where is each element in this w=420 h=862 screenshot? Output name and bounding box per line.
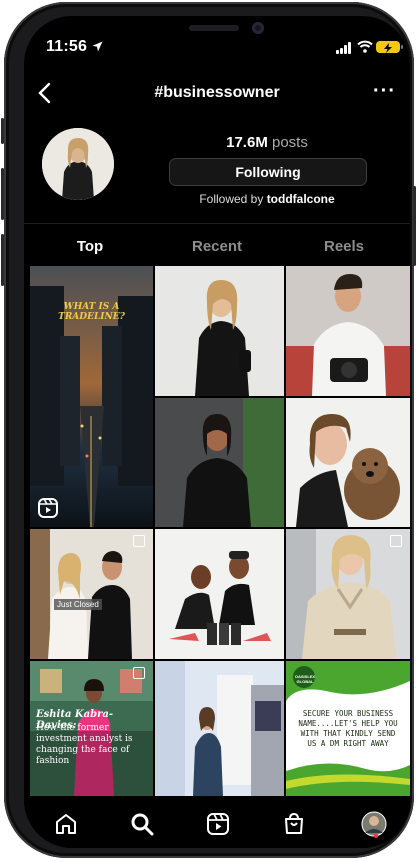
grid-post-reel[interactable]: WHAT IS A TRADELINE?: [30, 266, 153, 527]
cell-signal-icon: [336, 42, 352, 54]
carousel-icon: [390, 535, 402, 547]
post-caption: Just Closed: [54, 599, 102, 610]
more-options-icon[interactable]: ···: [373, 80, 396, 103]
power-button: [413, 186, 416, 266]
grid-post[interactable]: [155, 661, 284, 796]
battery-icon: [376, 41, 403, 53]
grid-post[interactable]: OASISLEX GLOBAL SECURE YOUR BUSINESS NAM…: [286, 661, 410, 796]
phone-frame: 11:56 #businessowner ··· 17.6M posts Fol…: [1, 2, 416, 858]
grid-post-carousel[interactable]: Just Closed: [30, 529, 153, 659]
reel-icon: [38, 498, 58, 518]
screen: 11:56 #businessowner ··· 17.6M posts Fol…: [24, 16, 410, 848]
reel-caption: WHAT IS A TRADELINE?: [58, 302, 125, 322]
ad-brand: OASISLEX GLOBAL: [294, 674, 316, 684]
location-arrow-icon: [92, 41, 103, 52]
shop-icon[interactable]: [274, 810, 314, 838]
grid-post[interactable]: [155, 398, 284, 527]
hashtag-title: #businessowner: [154, 84, 280, 101]
followed-by-user[interactable]: toddfalcone: [267, 192, 335, 206]
following-button[interactable]: Following: [169, 158, 367, 186]
tab-recent[interactable]: Recent: [157, 238, 277, 255]
home-icon[interactable]: [46, 810, 86, 838]
grid-post[interactable]: [286, 266, 410, 396]
carousel-icon: [133, 667, 145, 679]
followed-by-prefix: Followed by: [199, 192, 264, 206]
grid-post[interactable]: [155, 529, 284, 659]
grid-post[interactable]: [286, 398, 410, 527]
post-caption: How the former investment analyst is cha…: [36, 723, 133, 766]
followed-by: Followed by toddfalcone: [169, 192, 365, 206]
notch: [121, 16, 313, 48]
reels-icon[interactable]: [198, 810, 238, 838]
tab-reels[interactable]: Reels: [284, 238, 404, 255]
top-bar: #businessowner ···: [24, 78, 410, 110]
post-grid: WHAT IS A TRADELINE? Just Closed Eshita …: [24, 266, 410, 806]
search-icon[interactable]: [122, 810, 162, 838]
post-count-label: posts: [272, 134, 308, 151]
divider: [24, 223, 410, 224]
post-count: 17.6M posts: [169, 134, 365, 151]
hashtag-avatar: [42, 128, 114, 200]
ad-caption: SECURE YOUR BUSINESS NAME....LET'S HELP …: [298, 709, 398, 748]
bottom-nav: [24, 800, 410, 848]
wifi-icon: [357, 40, 373, 53]
volume-down-button: [1, 234, 4, 286]
post-count-value: 17.6M: [226, 134, 268, 151]
grid-post-carousel[interactable]: [286, 529, 410, 659]
carousel-icon: [133, 535, 145, 547]
notification-dot: [374, 834, 378, 838]
mute-switch: [1, 118, 4, 144]
tab-top[interactable]: Top: [30, 238, 150, 255]
volume-up-button: [1, 168, 4, 220]
grid-post[interactable]: [155, 266, 284, 396]
feed-tabs: Top Recent Reels: [24, 228, 410, 268]
grid-post-carousel[interactable]: Eshita Kabra-Davies: How the former inve…: [30, 661, 153, 796]
status-time: 11:56: [46, 38, 88, 55]
